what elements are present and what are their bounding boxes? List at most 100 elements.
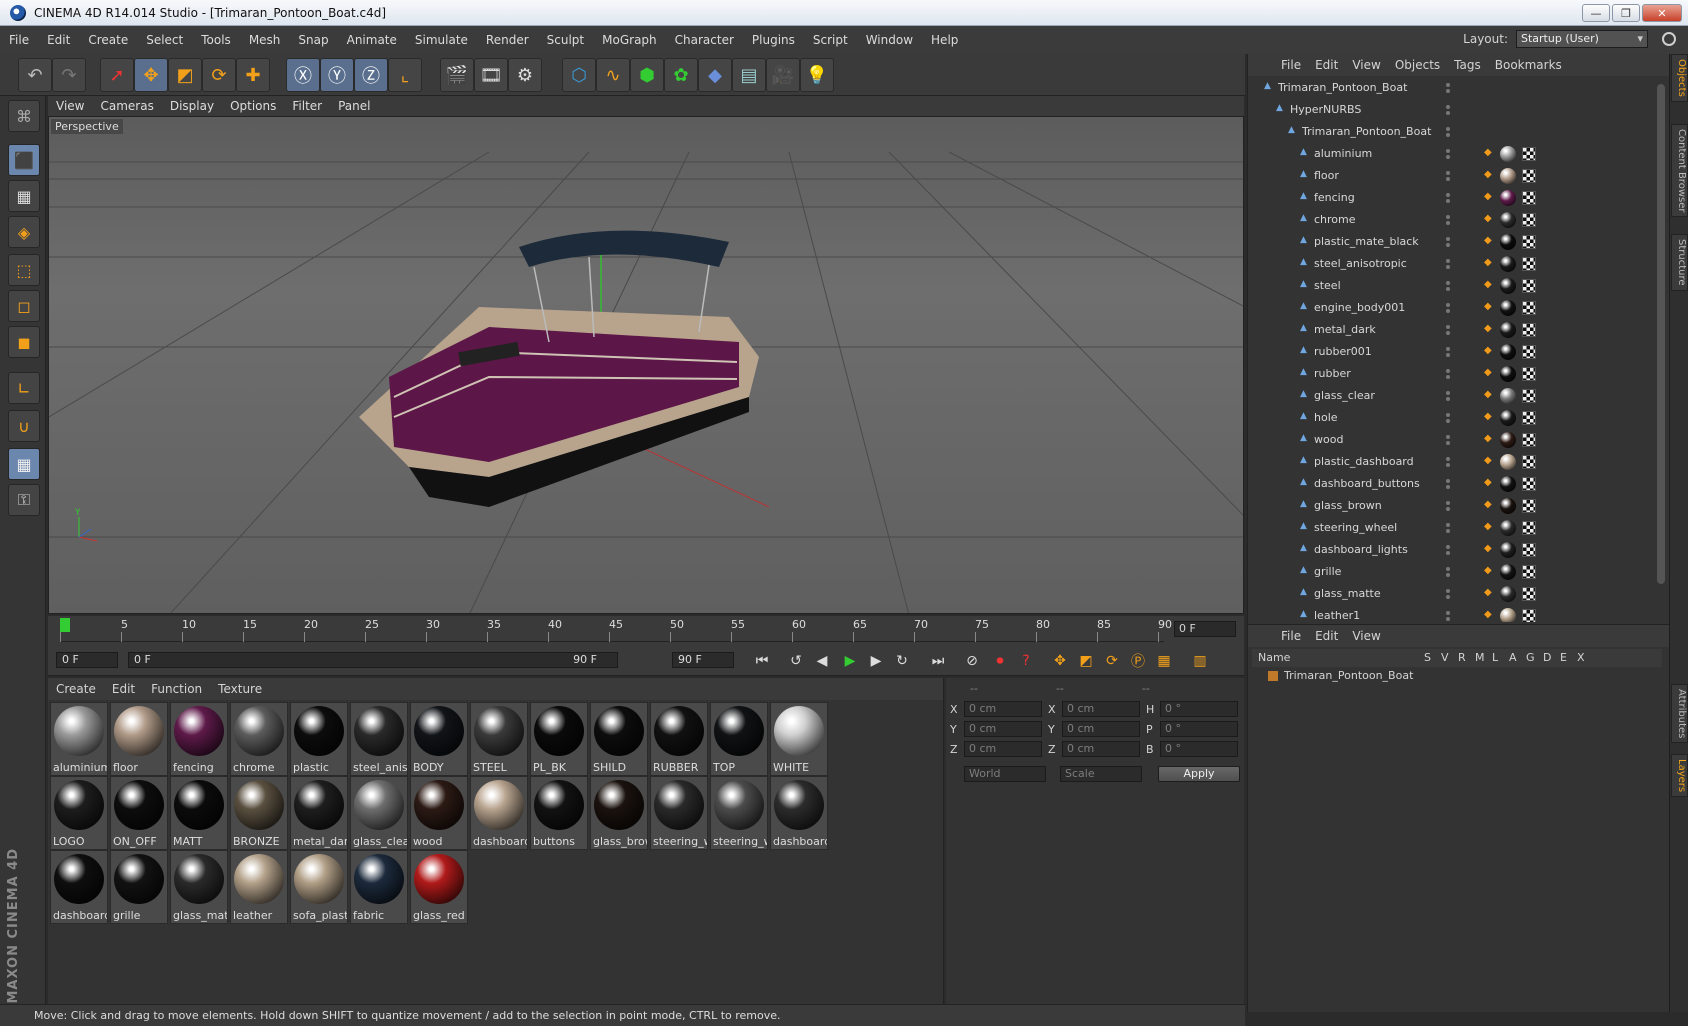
uvw-tag-icon[interactable] xyxy=(1522,213,1536,227)
material-tag-icon[interactable] xyxy=(1500,322,1516,338)
coord-field[interactable]: 0 cm xyxy=(964,721,1042,737)
phong-tag-icon[interactable]: ◆ xyxy=(1484,257,1496,269)
material-tag-icon[interactable] xyxy=(1500,498,1516,514)
rotate-tool-icon[interactable]: ⟳ xyxy=(202,58,236,92)
material-swatch[interactable]: steel_aniso xyxy=(350,702,408,776)
next-frame-icon[interactable]: ▶ xyxy=(864,650,888,672)
visibility-toggle[interactable] xyxy=(1446,523,1460,533)
object-row[interactable]: ▲ engine_body001 ◆ xyxy=(1252,298,1660,318)
visibility-toggle[interactable] xyxy=(1446,347,1460,357)
uvw-tag-icon[interactable] xyxy=(1522,191,1536,205)
material-tag-icon[interactable] xyxy=(1500,190,1516,206)
material-swatch[interactable]: leather xyxy=(230,850,288,924)
phong-tag-icon[interactable]: ◆ xyxy=(1484,345,1496,357)
material-swatch[interactable]: chrome xyxy=(230,702,288,776)
array-icon[interactable]: ✿ xyxy=(664,58,698,92)
layer-menu-edit[interactable]: Edit xyxy=(1308,629,1345,643)
menu-window[interactable]: Window xyxy=(857,33,922,47)
material-swatch[interactable]: fencing xyxy=(170,702,228,776)
side-tab-objects[interactable]: Objects xyxy=(1671,54,1688,102)
material-swatch[interactable]: fabric xyxy=(350,850,408,924)
phong-tag-icon[interactable]: ◆ xyxy=(1484,499,1496,511)
uvw-tag-icon[interactable] xyxy=(1522,169,1536,183)
visibility-toggle[interactable] xyxy=(1446,237,1460,247)
uvw-tag-icon[interactable] xyxy=(1522,323,1536,337)
previous-key-icon[interactable]: ↺ xyxy=(784,650,808,672)
object-menu-view[interactable]: View xyxy=(1345,58,1387,72)
uvw-tag-icon[interactable] xyxy=(1522,279,1536,293)
object-row[interactable]: ▲ plastic_mate_black ◆ xyxy=(1252,232,1660,252)
timeline-window-icon[interactable]: ▥ xyxy=(1188,650,1212,672)
object-row[interactable]: ▲ steel ◆ xyxy=(1252,276,1660,296)
uvw-tag-icon[interactable] xyxy=(1522,609,1536,622)
layout-dropdown[interactable]: Startup (User) xyxy=(1516,30,1648,48)
snap-grid-icon[interactable]: ▦ xyxy=(8,448,40,480)
live-selection-icon[interactable]: ➚ xyxy=(100,58,134,92)
material-swatch[interactable]: glass_brow xyxy=(590,776,648,850)
nurbs-icon[interactable]: ⬢ xyxy=(630,58,664,92)
perspective-viewport[interactable]: Y Perspective xyxy=(48,116,1244,614)
material-tag-icon[interactable] xyxy=(1500,146,1516,162)
record-parameter-icon[interactable]: Ⓟ xyxy=(1126,650,1150,672)
apply-button[interactable]: Apply xyxy=(1158,766,1240,782)
autokey-icon[interactable]: ⏺ xyxy=(988,650,1012,672)
go-to-end-icon[interactable]: ⏭ xyxy=(926,650,950,672)
material-swatch[interactable]: ON_OFF xyxy=(110,776,168,850)
visibility-toggle[interactable] xyxy=(1446,611,1460,621)
visibility-toggle[interactable] xyxy=(1446,413,1460,423)
object-scrollbar[interactable] xyxy=(1657,84,1665,584)
material-tag-icon[interactable] xyxy=(1500,344,1516,360)
material-swatch[interactable]: grille xyxy=(110,850,168,924)
material-tag-icon[interactable] xyxy=(1500,410,1516,426)
menu-create[interactable]: Create xyxy=(79,33,137,47)
next-key-icon[interactable]: ↻ xyxy=(890,650,914,672)
keyframe-selection-icon[interactable]: ? xyxy=(1014,650,1038,672)
object-row[interactable]: ▲ wood ◆ xyxy=(1252,430,1660,450)
coord-field[interactable]: 0 cm xyxy=(1062,701,1140,717)
material-swatch[interactable]: dashboard xyxy=(50,850,108,924)
coord-field[interactable]: 0 ° xyxy=(1160,721,1238,737)
frame-range-slider[interactable]: 0 F 90 F xyxy=(128,652,618,668)
side-tab-attributes[interactable]: Attributes xyxy=(1671,684,1688,744)
menu-tools[interactable]: Tools xyxy=(192,33,240,47)
visibility-toggle[interactable] xyxy=(1446,545,1460,555)
material-swatch[interactable]: MATT xyxy=(170,776,228,850)
phong-tag-icon[interactable]: ◆ xyxy=(1484,455,1496,467)
material-swatch[interactable]: metal_dark xyxy=(290,776,348,850)
material-swatch[interactable]: LOGO xyxy=(50,776,108,850)
viewport-menu-options[interactable]: Options xyxy=(222,99,284,113)
material-tag-icon[interactable] xyxy=(1500,234,1516,250)
material-swatch[interactable]: glass_clear xyxy=(350,776,408,850)
current-frame-field[interactable]: 0 F xyxy=(1174,621,1236,637)
visibility-toggle[interactable] xyxy=(1446,281,1460,291)
record-pla-icon[interactable]: ▦ xyxy=(1152,650,1176,672)
layer-row[interactable]: Trimaran_Pontoon_Boat xyxy=(1268,669,1413,682)
make-editable-icon[interactable]: ⌘ xyxy=(8,100,40,132)
coord-field[interactable]: 0 cm xyxy=(1062,741,1140,757)
start-frame-field[interactable]: 0 F xyxy=(56,652,118,668)
uvw-tag-icon[interactable] xyxy=(1522,301,1536,315)
material-tag-icon[interactable] xyxy=(1500,542,1516,558)
uvw-tag-icon[interactable] xyxy=(1522,565,1536,579)
viewport-menu-cameras[interactable]: Cameras xyxy=(92,99,161,113)
coordinate-system-icon[interactable]: ⌞ xyxy=(388,58,422,92)
object-row[interactable]: ▲ Trimaran_Pontoon_Boat xyxy=(1252,122,1660,142)
go-to-start-icon[interactable]: ⏮ xyxy=(750,650,774,672)
menu-render[interactable]: Render xyxy=(477,33,538,47)
material-tag-icon[interactable] xyxy=(1500,564,1516,580)
menu-file[interactable]: File xyxy=(0,33,38,47)
viewport-menu-view[interactable]: View xyxy=(48,99,92,113)
phong-tag-icon[interactable]: ◆ xyxy=(1484,521,1496,533)
phong-tag-icon[interactable]: ◆ xyxy=(1484,147,1496,159)
uvw-tag-icon[interactable] xyxy=(1522,235,1536,249)
object-row[interactable]: ▲ chrome ◆ xyxy=(1252,210,1660,230)
object-row[interactable]: ▲ dashboard_buttons ◆ xyxy=(1252,474,1660,494)
material-menu-create[interactable]: Create xyxy=(48,682,104,696)
side-tab-layers[interactable]: Layers xyxy=(1671,754,1688,798)
viewport-menu-panel[interactable]: Panel xyxy=(330,99,378,113)
record-keys-icon[interactable]: ⊘ xyxy=(960,650,984,672)
phong-tag-icon[interactable]: ◆ xyxy=(1484,389,1496,401)
object-menu-edit[interactable]: Edit xyxy=(1308,58,1345,72)
material-menu-edit[interactable]: Edit xyxy=(104,682,143,696)
visibility-toggle[interactable] xyxy=(1446,193,1460,203)
